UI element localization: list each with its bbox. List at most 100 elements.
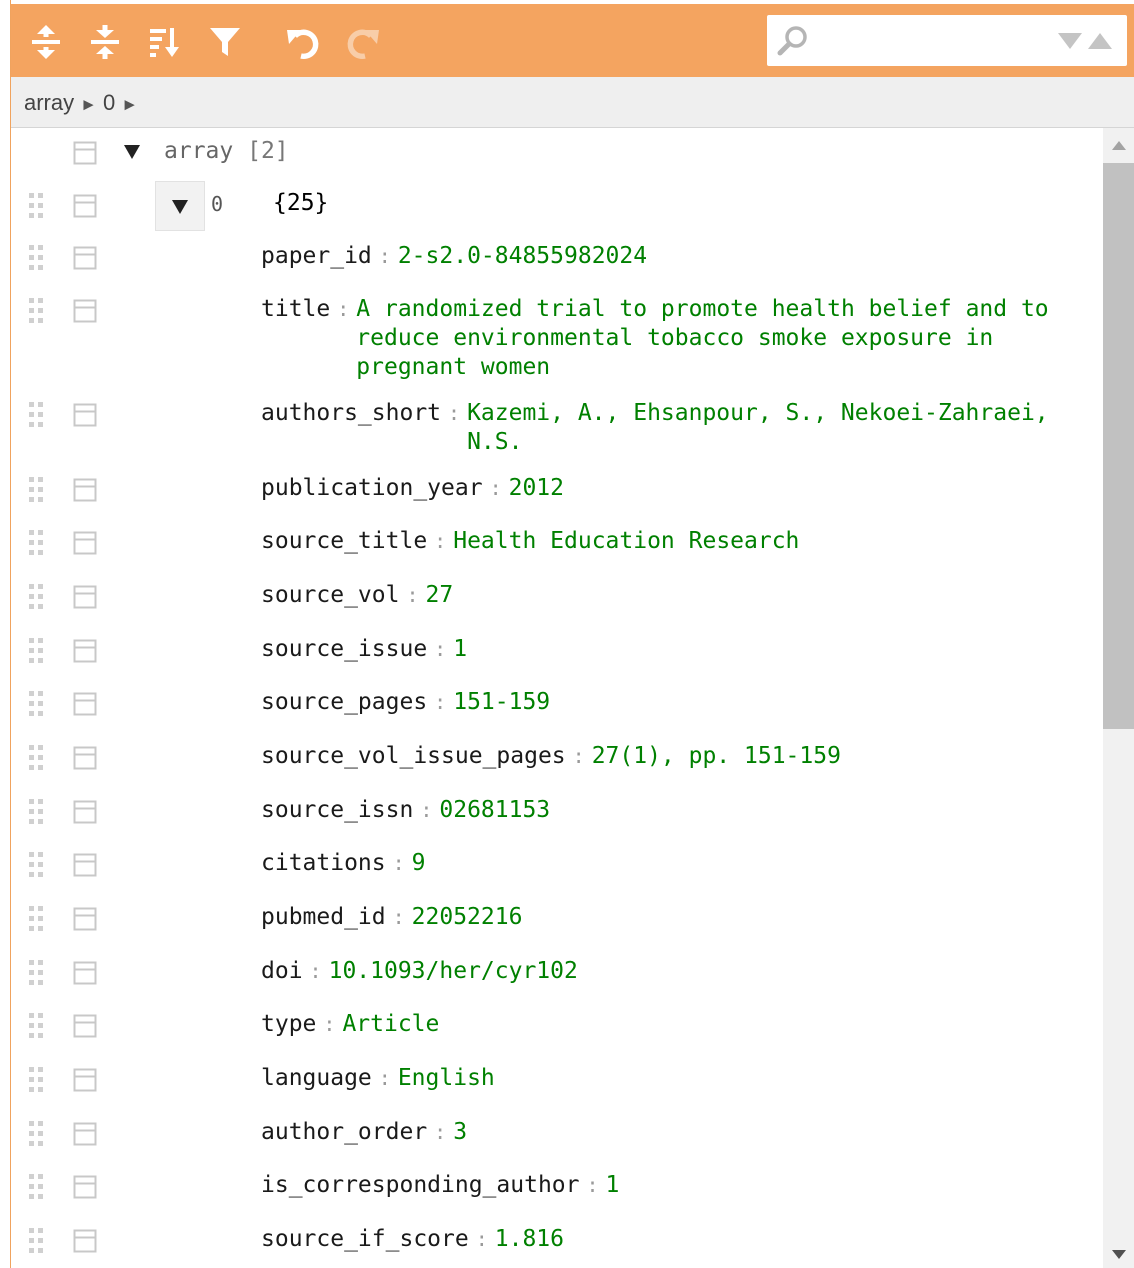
field-key[interactable]: source_pages <box>261 688 427 717</box>
field-key[interactable]: source_if_score <box>261 1225 469 1254</box>
drag-handle-icon[interactable] <box>27 476 47 504</box>
field-key[interactable]: source_issn <box>261 796 413 825</box>
field-key[interactable]: paper_id <box>261 242 372 271</box>
drag-handle-icon[interactable] <box>27 905 47 933</box>
drag-handle-icon[interactable] <box>27 637 47 665</box>
field-key[interactable]: authors_short <box>261 399 441 457</box>
field-key[interactable]: source_vol <box>261 581 399 610</box>
field-key[interactable]: pubmed_id <box>261 903 386 932</box>
field-key[interactable]: source_issue <box>261 635 427 664</box>
field-separator: : <box>392 851 405 875</box>
drag-handle-icon[interactable] <box>27 583 47 611</box>
previous-result-icon[interactable] <box>1057 32 1083 50</box>
field-value[interactable]: 10.1093/her/cyr102 <box>329 957 1103 986</box>
field-value[interactable]: 27(1), pp. 151-159 <box>592 742 1103 771</box>
breadcrumb-item-root[interactable]: array <box>24 90 74 115</box>
drag-handle-icon[interactable] <box>27 1227 47 1255</box>
field-separator: : <box>420 798 433 822</box>
breadcrumb-item-index[interactable]: 0 <box>103 90 115 115</box>
field-value[interactable]: 1 <box>453 635 1103 664</box>
drag-handle-icon[interactable] <box>27 192 47 220</box>
context-menu-icon[interactable] <box>73 639 97 663</box>
field-value[interactable]: 27 <box>426 581 1103 610</box>
collapse-item-button[interactable] <box>155 181 205 231</box>
field-key[interactable]: type <box>261 1010 316 1039</box>
context-menu-icon[interactable] <box>73 246 97 270</box>
context-menu-icon[interactable] <box>73 1068 97 1092</box>
drag-handle-icon[interactable] <box>27 297 47 325</box>
drag-handle-icon[interactable] <box>27 1012 47 1040</box>
field-key[interactable]: publication_year <box>261 474 483 503</box>
context-menu-icon[interactable] <box>73 746 97 770</box>
field-value[interactable]: 02681153 <box>439 796 1103 825</box>
field-key[interactable]: citations <box>261 849 386 878</box>
context-menu-icon[interactable] <box>73 531 97 555</box>
sort-button[interactable] <box>143 20 187 64</box>
field-key[interactable]: title <box>261 295 330 382</box>
expand-all-button[interactable] <box>24 20 68 64</box>
undo-button[interactable] <box>281 20 325 64</box>
field-value[interactable]: 2-s2.0-84855982024 <box>398 242 1103 271</box>
drag-handle-icon[interactable] <box>27 851 47 879</box>
context-menu-icon[interactable] <box>73 907 97 931</box>
context-menu-icon[interactable] <box>73 961 97 985</box>
scroll-up-icon[interactable] <box>1112 141 1126 150</box>
context-menu-icon[interactable] <box>73 585 97 609</box>
field-value[interactable]: 9 <box>412 849 1103 878</box>
field-key[interactable]: is_corresponding_author <box>261 1171 580 1200</box>
field-value[interactable]: Kazemi, A., Ehsanpour, S., Nekoei-Zahrae… <box>467 399 1103 457</box>
filter-button[interactable] <box>203 20 247 64</box>
context-menu-icon[interactable] <box>73 1122 97 1146</box>
context-menu-icon[interactable] <box>73 194 97 218</box>
scroll-down-icon[interactable] <box>1112 1250 1126 1259</box>
context-menu-icon[interactable] <box>73 403 97 427</box>
tree-view: array [2] 0 {25} paper_id:2-s2.0-8485598… <box>11 128 1103 1268</box>
drag-handle-icon[interactable] <box>27 1173 47 1201</box>
field-value[interactable]: 1 <box>606 1171 1103 1200</box>
sort-icon <box>150 28 179 57</box>
drag-handle-icon[interactable] <box>27 744 47 772</box>
context-menu-icon[interactable] <box>73 853 97 877</box>
field-key[interactable]: author_order <box>261 1118 427 1147</box>
search-input[interactable] <box>811 23 1045 59</box>
field-value[interactable]: 22052216 <box>412 903 1103 932</box>
context-menu-icon[interactable] <box>73 1014 97 1038</box>
context-menu-icon[interactable] <box>73 1175 97 1199</box>
drag-handle-icon[interactable] <box>27 401 47 429</box>
field-value[interactable]: Article <box>342 1010 1103 1039</box>
next-result-icon[interactable] <box>1087 32 1113 50</box>
drag-handle-icon[interactable] <box>27 529 47 557</box>
field-value[interactable]: 3 <box>453 1118 1103 1147</box>
collapse-all-button[interactable] <box>83 20 127 64</box>
field-key[interactable]: source_title <box>261 527 427 556</box>
breadcrumb-separator[interactable]: ► <box>121 95 138 114</box>
context-menu-icon[interactable] <box>73 1229 97 1253</box>
drag-handle-icon[interactable] <box>27 1066 47 1094</box>
drag-handle-icon[interactable] <box>27 690 47 718</box>
context-menu-icon[interactable] <box>73 141 97 165</box>
field-separator: : <box>434 529 447 553</box>
field-key[interactable]: source_vol_issue_pages <box>261 742 566 771</box>
redo-button[interactable] <box>341 20 385 64</box>
context-menu-icon[interactable] <box>73 478 97 502</box>
field-value[interactable]: English <box>398 1064 1103 1093</box>
context-menu-icon[interactable] <box>73 692 97 716</box>
field-value[interactable]: 151-159 <box>453 688 1103 717</box>
field-key[interactable]: doi <box>261 957 303 986</box>
context-menu-icon[interactable] <box>73 299 97 323</box>
scrollbar-thumb[interactable] <box>1103 163 1134 729</box>
collapse-all-icon <box>91 25 119 59</box>
drag-handle-icon[interactable] <box>27 798 47 826</box>
vertical-scrollbar[interactable] <box>1103 128 1134 1268</box>
drag-handle-icon[interactable] <box>27 244 47 272</box>
drag-handle-icon[interactable] <box>27 959 47 987</box>
field-value[interactable]: 2012 <box>509 474 1103 503</box>
field-value[interactable]: A randomized trial to promote health bel… <box>356 295 1103 382</box>
drag-handle-icon[interactable] <box>27 1120 47 1148</box>
field-value[interactable]: 1.816 <box>495 1225 1103 1254</box>
field-separator: : <box>309 959 322 983</box>
context-menu-icon[interactable] <box>73 800 97 824</box>
field-value[interactable]: Health Education Research <box>453 527 1103 556</box>
field-key[interactable]: language <box>261 1064 372 1093</box>
collapse-triangle-icon[interactable] <box>123 144 141 160</box>
